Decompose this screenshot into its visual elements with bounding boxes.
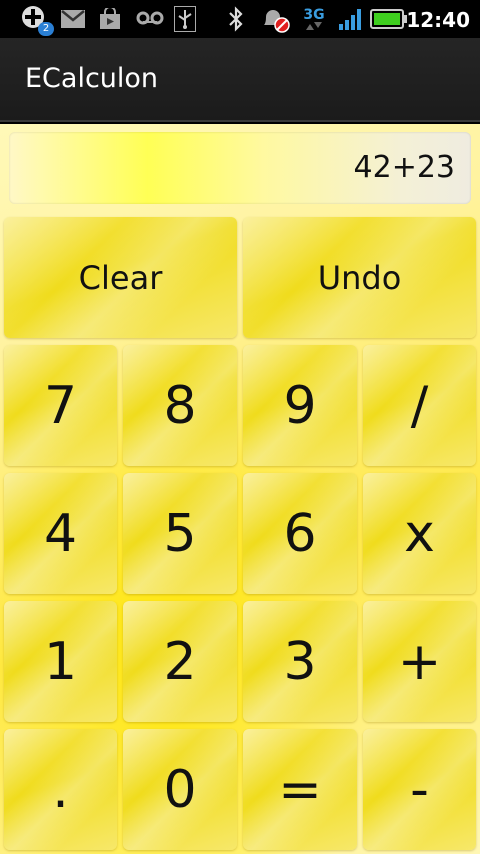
digit-0-button[interactable]: 0	[123, 729, 237, 850]
digit-2-button[interactable]: 2	[123, 601, 237, 722]
mail-icon	[60, 6, 86, 32]
minus-button[interactable]: -	[363, 729, 476, 850]
clock: 12:40	[406, 8, 470, 32]
multiply-button[interactable]: x	[363, 473, 476, 594]
digit-1-button[interactable]: 1	[4, 601, 117, 722]
signal-strength-icon	[338, 6, 364, 32]
usb-icon	[173, 6, 197, 32]
bluetooth-icon	[225, 6, 247, 32]
voicemail-icon	[135, 6, 165, 32]
digit-7-button[interactable]: 7	[4, 345, 117, 466]
digit-3-button[interactable]: 3	[243, 601, 357, 722]
network-type-label: 3G	[303, 7, 325, 23]
battery-icon	[370, 6, 408, 32]
digit-5-button[interactable]: 5	[123, 473, 237, 594]
notification-count-badge: 2	[38, 22, 54, 36]
plus-button[interactable]: +	[363, 601, 476, 722]
decimal-point-button[interactable]: .	[4, 729, 117, 850]
market-bag-icon	[98, 6, 122, 32]
action-bar: ECalculon	[0, 38, 480, 122]
calculator-display: 42+23	[9, 132, 471, 204]
divide-button[interactable]: /	[363, 345, 476, 466]
equals-button[interactable]: =	[243, 729, 357, 850]
undo-button[interactable]: Undo	[243, 217, 476, 338]
clear-button[interactable]: Clear	[4, 217, 237, 338]
notifications-muted-icon	[260, 6, 292, 33]
digit-9-button[interactable]: 9	[243, 345, 357, 466]
display-expression: 42+23	[353, 150, 455, 185]
3g-network-icon: 3G	[298, 6, 330, 32]
digit-6-button[interactable]: 6	[243, 473, 357, 594]
digit-8-button[interactable]: 8	[123, 345, 237, 466]
digit-4-button[interactable]: 4	[4, 473, 117, 594]
calculator-body: 42+23 Clear Undo 7 8 9 / 4 5 6 x 1 2 3 +…	[0, 124, 480, 854]
app-title: ECalculon	[25, 63, 159, 94]
status-bar: 2 3G 12:40	[0, 0, 480, 38]
